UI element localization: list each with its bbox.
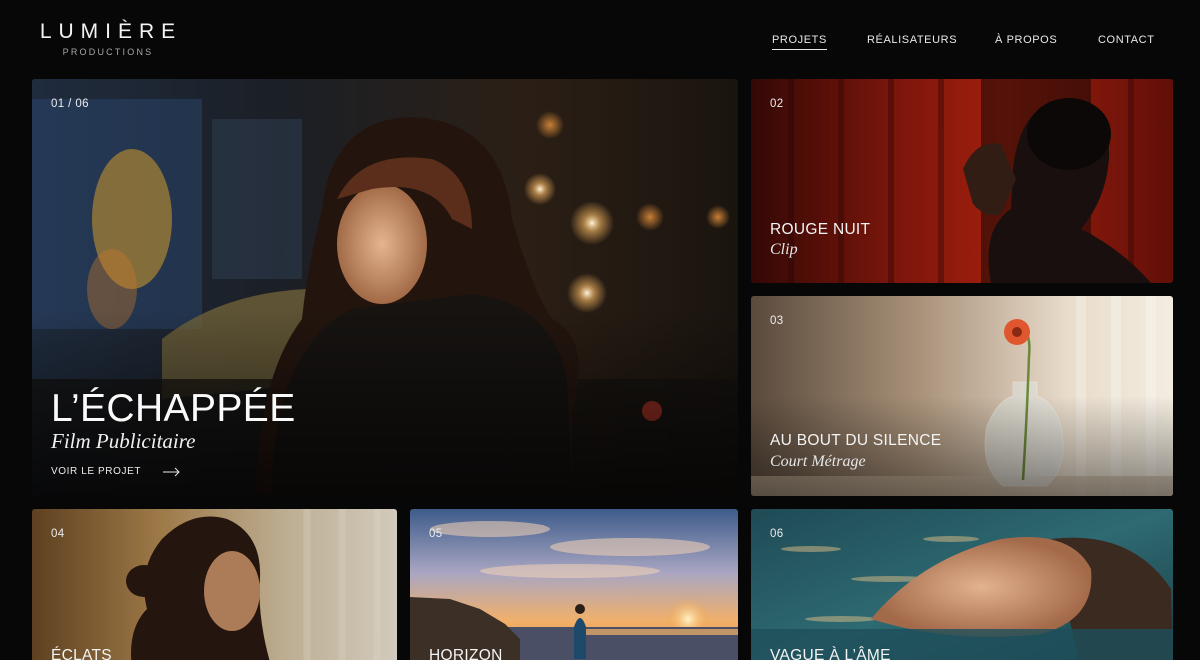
- project-number: 05: [429, 528, 443, 540]
- project-card-horizon[interactable]: 05 HORIZON: [410, 509, 738, 660]
- view-project-link[interactable]: VOIR LE PROJET: [51, 466, 181, 477]
- project-image-horizon: [410, 509, 738, 660]
- arrow-right-icon: [163, 467, 180, 476]
- project-card-eclats[interactable]: 04 ÉCLATS: [32, 509, 397, 660]
- featured-title: L’ÉCHAPPÉE: [51, 387, 296, 430]
- nav-item-projets[interactable]: PROJETS: [772, 34, 827, 50]
- project-number: 02: [770, 98, 784, 110]
- project-number: 06: [770, 528, 784, 540]
- nav-item-contact[interactable]: CONTACT: [1098, 34, 1155, 46]
- nav-item-a-propos[interactable]: À PROPOS: [995, 34, 1057, 46]
- project-title: AU BOUT DU SILENCE: [770, 432, 942, 449]
- project-image-rouge-nuit: [751, 79, 1173, 283]
- project-card-au-bout-du-silence[interactable]: 03 AU BOUT DU SILENCE Court Métrage: [751, 296, 1173, 496]
- nav-item-realisateurs[interactable]: RÉALISATEURS: [867, 34, 957, 46]
- view-project-label: VOIR LE PROJET: [51, 466, 142, 477]
- project-category: Clip: [770, 241, 798, 258]
- main-nav: PROJETS RÉALISATEURS À PROPOS CONTACT: [0, 34, 1200, 54]
- featured-project-card[interactable]: 01 / 06 L’ÉCHAPPÉE Film Publicitaire VOI…: [32, 79, 738, 495]
- project-card-rouge-nuit[interactable]: 02 ROUGE NUIT Clip: [751, 79, 1173, 283]
- project-number: 03: [770, 315, 784, 327]
- project-card-vague-a-l-ame[interactable]: 06 VAGUE À L’ÂME: [751, 509, 1173, 660]
- project-number: 04: [51, 528, 65, 540]
- project-category: Court Métrage: [770, 453, 866, 470]
- project-title: ÉCLATS: [51, 647, 112, 660]
- project-title: ROUGE NUIT: [770, 221, 871, 238]
- featured-counter: 01 / 06: [51, 98, 89, 110]
- featured-category: Film Publicitaire: [51, 429, 196, 453]
- project-image-vague-a-l-ame: [751, 509, 1173, 660]
- project-image-eclats: [32, 509, 397, 660]
- project-title: HORIZON: [429, 647, 503, 660]
- project-title: VAGUE À L’ÂME: [770, 647, 891, 660]
